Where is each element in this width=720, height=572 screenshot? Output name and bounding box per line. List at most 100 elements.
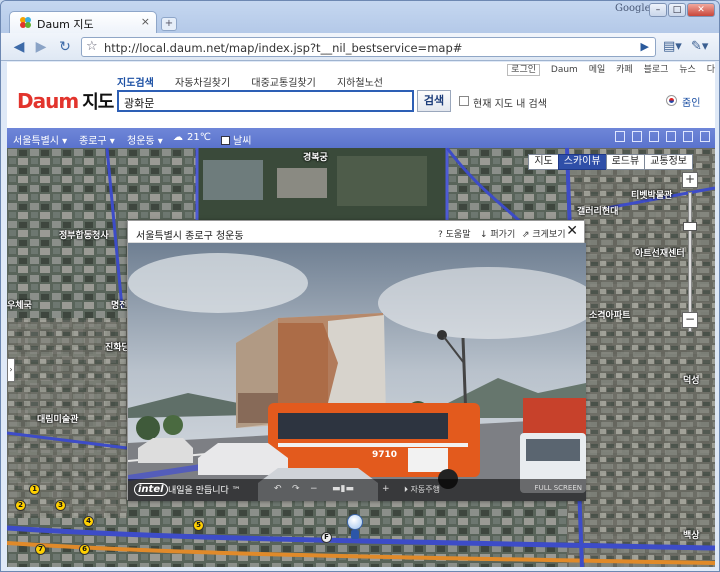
tab-daum-map[interactable]: Daum 지도 × xyxy=(9,11,157,33)
poi-marker[interactable]: 3 xyxy=(55,500,66,511)
browser-toolbar: ◀ ▶ ↻ ☆ http://local.daum.net/map/index.… xyxy=(1,33,719,61)
map-label[interactable]: 아트선재센터 xyxy=(635,246,685,259)
map-label[interactable]: 덕성 xyxy=(683,373,700,386)
back-icon[interactable]: ◀ xyxy=(9,38,29,56)
rotate-left-icon[interactable]: ↶ xyxy=(274,484,282,494)
map-label[interactable]: 정부합동청사 xyxy=(59,228,109,241)
google-brand: Google xyxy=(615,3,651,14)
poi-marker[interactable]: 7 xyxy=(35,544,46,555)
map-label[interactable]: 대림미술관 xyxy=(37,412,78,425)
zoom-out-button[interactable]: − xyxy=(682,312,698,328)
search-in-map-label: 현재 지도 내 검색 xyxy=(473,99,547,110)
search-in-map-checkbox[interactable] xyxy=(459,96,469,106)
news-link[interactable]: 뉴스 xyxy=(679,65,696,75)
tab-title: Daum 지도 xyxy=(37,18,94,31)
map-label[interactable]: 백상 xyxy=(683,528,700,541)
map-label[interactable]: 티벳박물관 xyxy=(631,188,672,201)
weather-checkbox[interactable] xyxy=(221,136,230,145)
daum-favicon-icon xyxy=(20,17,31,28)
side-panel-toggle[interactable]: › xyxy=(7,358,15,382)
roadview-pegman-icon[interactable] xyxy=(345,514,365,540)
forward-icon[interactable]: ▶ xyxy=(31,38,51,56)
fullscreen-icon[interactable] xyxy=(700,131,710,142)
zoom-in-link[interactable]: 줌인 xyxy=(682,94,700,109)
cafe-link[interactable]: 카페 xyxy=(616,65,633,75)
tab-strip: Daum 지도 × + Google – □ ✕ xyxy=(1,1,719,33)
search-input[interactable]: 광화문 xyxy=(117,90,414,112)
poi-marker[interactable]: 6 xyxy=(79,544,90,555)
tab-map[interactable]: 지도 xyxy=(528,154,559,170)
sponsor-slogan: 내일을 만듭니다 ™ xyxy=(168,486,241,496)
mail-icon[interactable] xyxy=(649,131,659,142)
new-tab-button[interactable]: + xyxy=(161,17,177,31)
roadview-footer: intel 내일을 만듭니다 ™ ↶ ↷ − ▬▮▬ + ⏵ 자동주행 FULL… xyxy=(128,479,586,501)
city-dropdown[interactable]: 서울특별시 ▾ xyxy=(13,132,67,147)
page-menu-icon[interactable]: ▤▾ xyxy=(663,39,682,54)
zoom-slider-handle[interactable] xyxy=(683,222,697,231)
fullscreen-button[interactable]: FULL SCREEN xyxy=(535,484,582,492)
login-link[interactable]: 로그인 xyxy=(507,64,541,76)
korea-flag-icon xyxy=(666,95,677,106)
minimize-button[interactable]: – xyxy=(649,3,667,17)
dong-dropdown[interactable]: 청운동 ▾ xyxy=(127,132,163,147)
city-label: 서울특별시 xyxy=(13,136,59,147)
wrench-icon[interactable]: ✎▾ xyxy=(691,39,708,54)
save-icon[interactable] xyxy=(632,131,642,142)
nav-transit-route[interactable]: 대중교통길찾기 xyxy=(251,78,315,89)
weather-toggle[interactable]: 날씨 xyxy=(221,132,251,147)
roadview-panorama[interactable]: 9710 intel 내일을 만듭니다 ™ ↶ ↷ − ▬▮▬ + ⏵ 자동주행… xyxy=(128,243,586,501)
roadview-title: 서울특별시 종로구 청운동 xyxy=(136,231,244,242)
nav-subway[interactable]: 지하철노선 xyxy=(337,78,383,89)
intel-logo: intel xyxy=(134,483,168,496)
map-label[interactable]: 경복궁 xyxy=(303,150,328,163)
zoom-slider-rail[interactable] xyxy=(688,192,692,332)
nav-car-route[interactable]: 자동차길찾기 xyxy=(175,78,230,89)
browser-window: Daum 지도 × + Google – □ ✕ ◀ ▶ ↻ ☆ http://… xyxy=(0,0,720,572)
close-window-button[interactable]: ✕ xyxy=(687,3,715,17)
print-icon[interactable] xyxy=(615,131,625,142)
district-dropdown[interactable]: 종로구 ▾ xyxy=(79,132,115,147)
link-icon[interactable] xyxy=(683,131,693,142)
roadview-help-link[interactable]: ? 도움말 xyxy=(438,227,470,240)
share-icon[interactable] xyxy=(666,131,676,142)
zoom-in-icon[interactable]: + xyxy=(382,484,390,494)
mail-link[interactable]: 메일 xyxy=(589,65,606,75)
poi-marker[interactable]: 4 xyxy=(83,516,94,527)
top-links: 로그인 Daum 메일 카페 블로그 뉴스 다 xyxy=(499,62,715,76)
roadview-embed-link[interactable]: ↓ 퍼가기 xyxy=(480,227,515,240)
star-icon[interactable]: ☆ xyxy=(86,38,98,56)
address-bar[interactable]: ☆ http://local.daum.net/map/index.jsp?t_… xyxy=(81,37,656,57)
zoom-slider[interactable]: ▬▮▬ xyxy=(332,484,354,494)
rotate-right-icon[interactable]: ↷ xyxy=(292,484,300,494)
nav-map-search[interactable]: 지도검색 xyxy=(117,78,154,89)
search-button[interactable]: 검색 xyxy=(417,90,451,112)
tab-close-icon[interactable]: × xyxy=(141,15,150,28)
reload-icon[interactable]: ↻ xyxy=(55,38,75,56)
tab-roadview[interactable]: 로드뷰 xyxy=(605,154,646,170)
auto-play-button[interactable]: ⏵ 자동주행 xyxy=(404,484,440,495)
temperature: 21℃ xyxy=(187,132,211,143)
roadview-enlarge-link[interactable]: ⇗ 크게보기 xyxy=(522,227,566,240)
map-label[interactable]: 갤러리현대 xyxy=(577,204,618,217)
poi-marker[interactable]: 2 xyxy=(15,500,26,511)
roadview-close-icon[interactable]: ✕ xyxy=(566,223,578,239)
roadview-popup: 서울특별시 종로구 청운동 ? 도움말 ↓ 퍼가기 ⇗ 크게보기 ✕ 9710 … xyxy=(127,220,586,501)
more-link[interactable]: 다 xyxy=(707,65,715,75)
zoom-out-icon[interactable]: − xyxy=(310,484,318,494)
zoom-in-button[interactable]: + xyxy=(682,172,698,188)
daum-link[interactable]: Daum xyxy=(551,65,578,75)
map-label[interactable]: 우체국 xyxy=(7,298,32,311)
go-icon[interactable]: ▶ xyxy=(641,40,649,53)
map-label[interactable]: 명전 xyxy=(111,298,128,311)
poi-marker[interactable]: 1 xyxy=(29,484,40,495)
map-label[interactable]: 소격아파트 xyxy=(589,308,630,321)
tab-skyview[interactable]: 스카이뷰 xyxy=(557,154,607,170)
tab-traffic[interactable]: 교통정보 xyxy=(644,154,693,170)
poi-marker[interactable]: 5 xyxy=(193,520,204,531)
blog-link[interactable]: 블로그 xyxy=(644,65,669,75)
street-panorama-image: 9710 xyxy=(128,243,586,501)
poi-marker[interactable]: F xyxy=(321,532,332,543)
maximize-button[interactable]: □ xyxy=(668,3,686,17)
url-text[interactable]: http://local.daum.net/map/index.jsp?t__n… xyxy=(104,41,462,55)
daum-map-logo[interactable]: Daum 지도 xyxy=(17,88,114,114)
